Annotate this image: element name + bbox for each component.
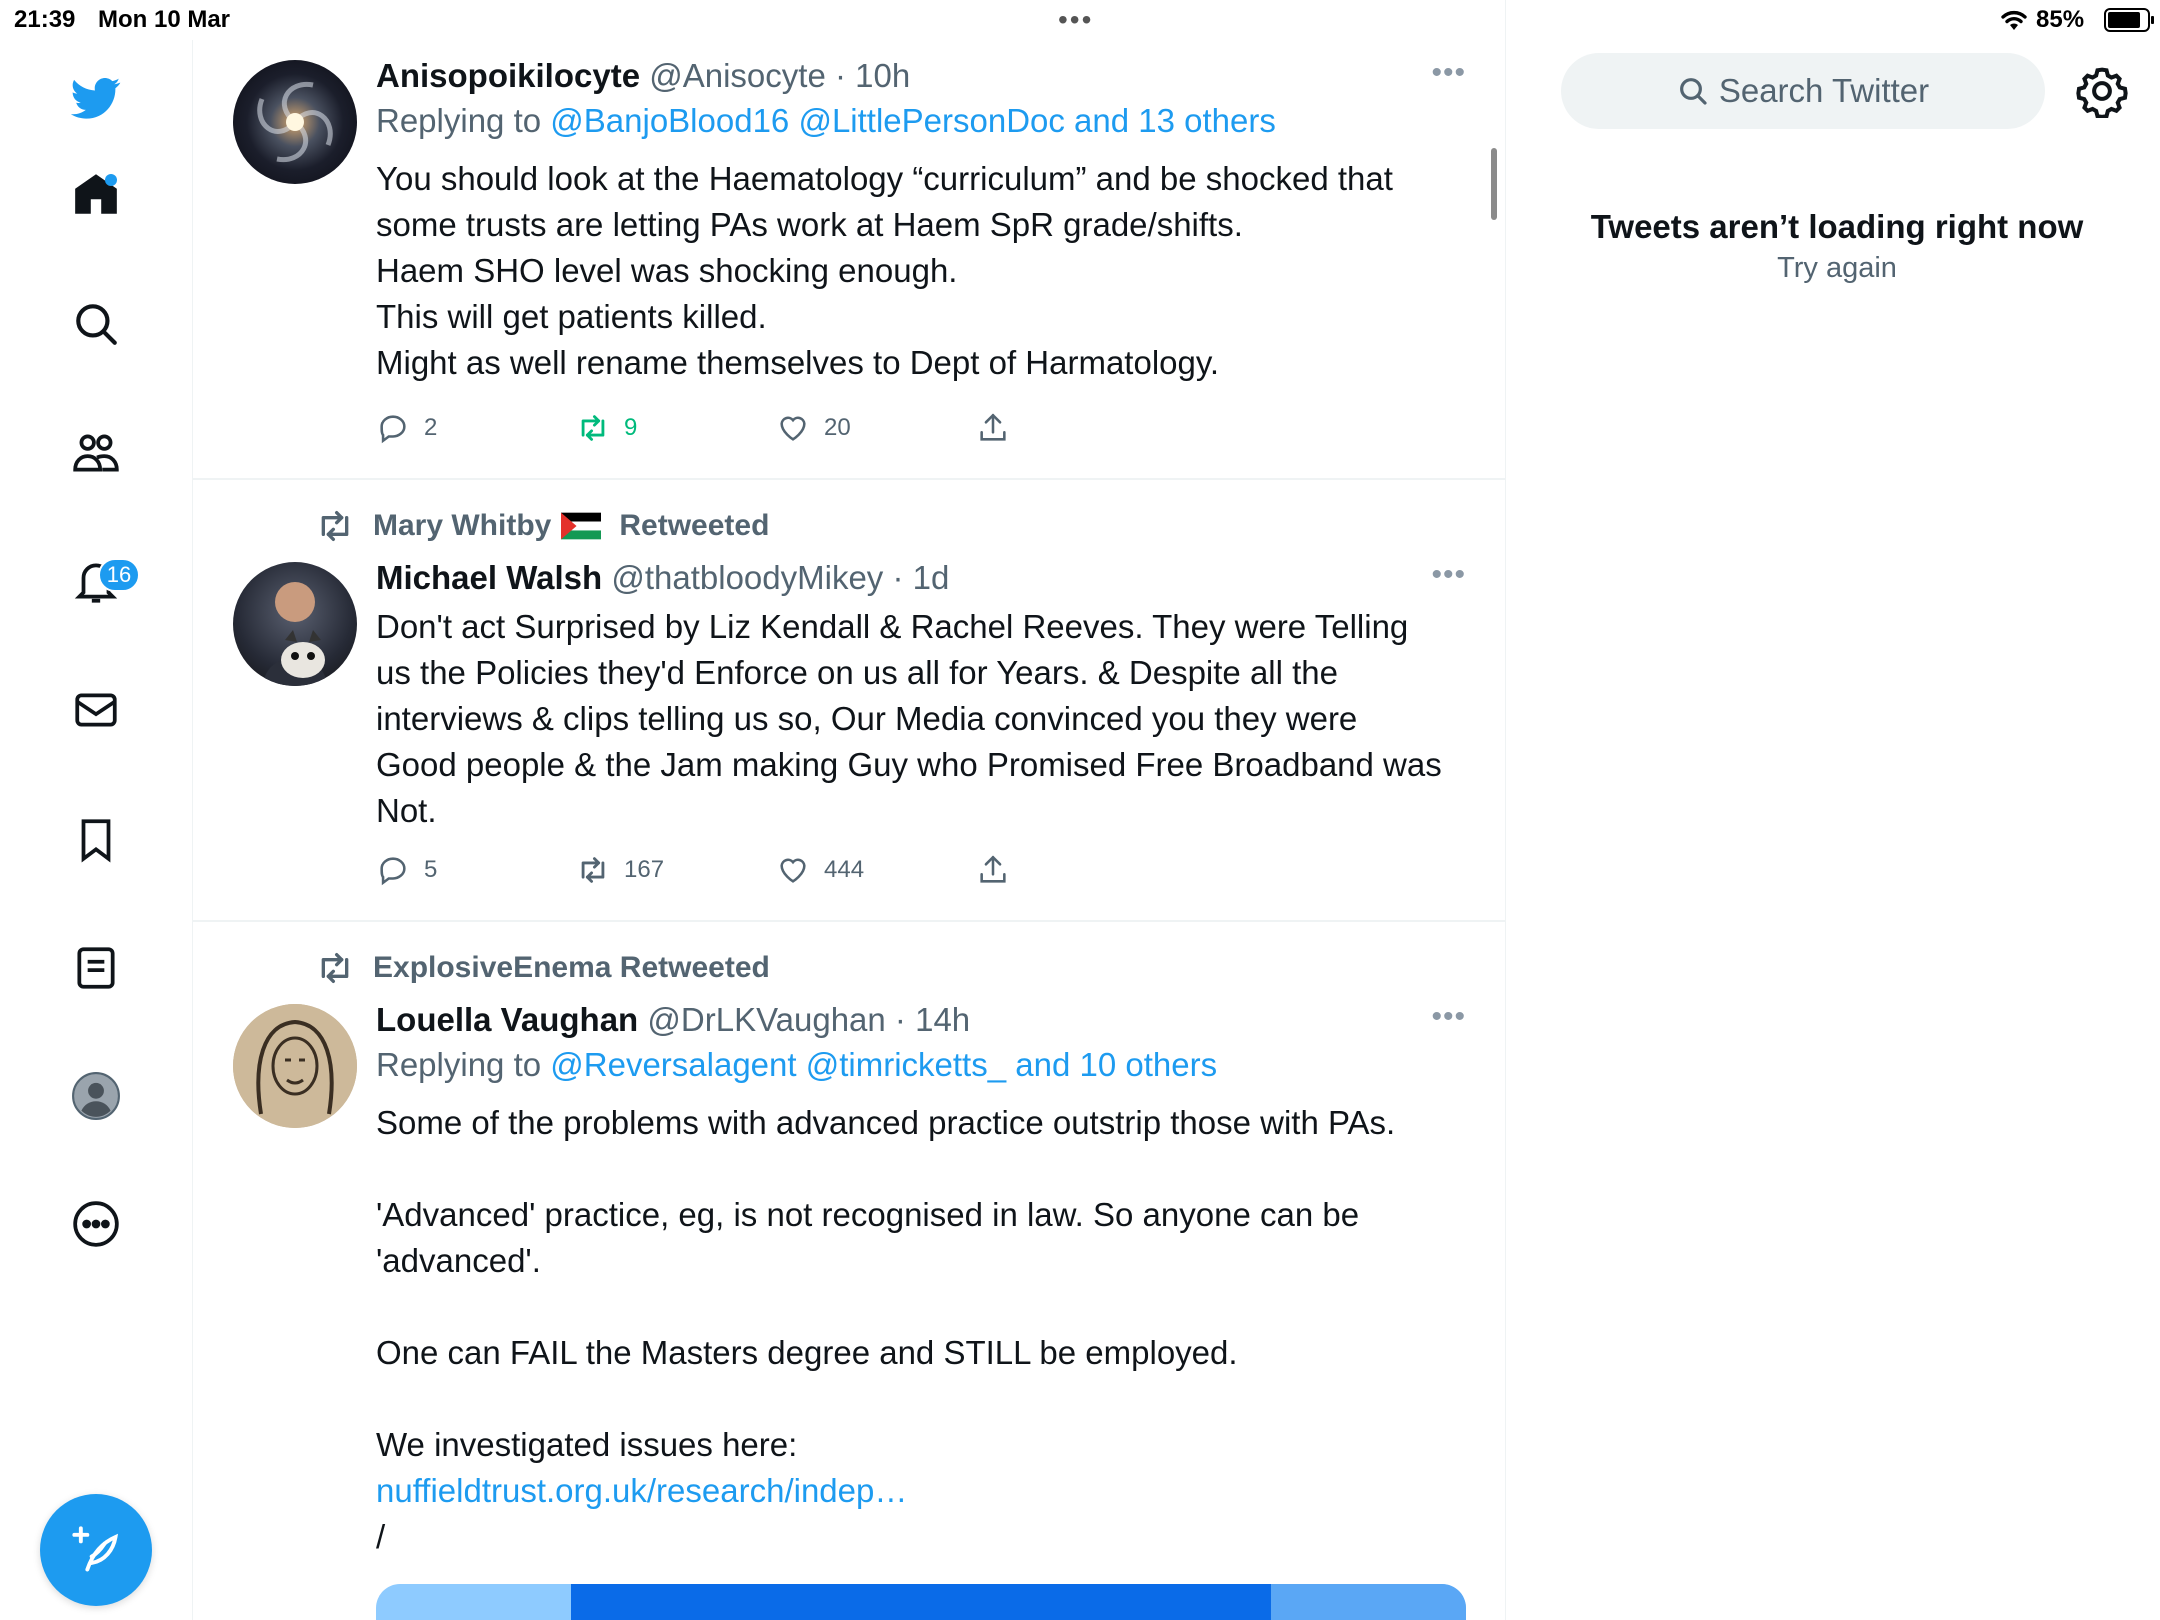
messages-icon[interactable] [66, 680, 126, 740]
right-sidebar: Search Twitter Tweets aren’t loading rig… [1507, 0, 2160, 1620]
feather-plus-icon [72, 1526, 119, 1572]
header-separator: · [883, 559, 913, 596]
more-icon[interactable] [66, 1194, 126, 1254]
tweet[interactable]: Anisopoikilocyte @Anisocyte · 10h Replyi… [193, 0, 1505, 480]
reply-button[interactable]: 2 [376, 408, 437, 448]
replying-to-label: Replying to [376, 102, 551, 139]
communities-icon[interactable] [66, 423, 126, 483]
author-handle[interactable]: @DrLKVaughan [647, 1001, 885, 1038]
retweet-button[interactable]: 9 [576, 408, 637, 448]
tweet-actions: 2 9 20 [376, 408, 1276, 448]
retweeter-name[interactable]: Mary Whitby [373, 509, 551, 543]
like-button[interactable]: 20 [776, 408, 851, 448]
replying-to-mentions[interactable]: @BanjoBlood16 @LittlePersonDoc and 13 ot… [550, 102, 1276, 139]
tweet-text-body: Some of the problems with advanced pract… [376, 1104, 1396, 1463]
tweet-link[interactable]: nuffieldtrust.org.uk/research/indep… [376, 1472, 907, 1509]
retweet-button[interactable]: 167 [576, 850, 664, 890]
search-placeholder: Search Twitter [1718, 72, 1930, 109]
retweet-icon [581, 857, 605, 883]
compose-tweet-button[interactable] [40, 1494, 152, 1606]
notifications-badge: 16 [98, 558, 140, 592]
reply-count: 5 [424, 856, 438, 883]
link-card-preview[interactable] [376, 1584, 1466, 1620]
try-again-link[interactable]: Try again [1507, 252, 2160, 285]
tweet-header: Louella Vaughan @DrLKVaughan · 14h [376, 998, 1466, 1042]
retweet-icon [581, 415, 605, 441]
tweet-actions: 5 167 444 [376, 850, 1276, 890]
tweet[interactable]: ExplosiveEnema Retweeted Louella Vaughan… [193, 922, 1505, 1620]
tweet-timestamp[interactable]: 14h [915, 1001, 970, 1038]
retweet-count: 167 [624, 856, 665, 883]
author-handle[interactable]: @Anisocyte [649, 57, 826, 94]
retweet-icon [321, 510, 349, 541]
twitter-bird-icon[interactable] [66, 68, 126, 128]
search-icon[interactable] [66, 294, 126, 354]
share-button[interactable] [976, 408, 1024, 448]
retweeted-by-line: ExplosiveEnema Retweeted [315, 948, 770, 988]
sketch-portrait-avatar-image [233, 1004, 357, 1128]
home-icon[interactable] [66, 164, 126, 224]
search-input[interactable]: Search Twitter [1561, 53, 2045, 129]
avatar[interactable] [233, 60, 357, 184]
reply-icon [380, 415, 406, 444]
tweet[interactable]: Mary Whitby Retweeted Michael Walsh @tha… [193, 480, 1505, 922]
trends-error-title: Tweets aren’t loading right now [1590, 208, 2084, 245]
more-options-icon[interactable]: ••• [1431, 56, 1466, 90]
more-options-icon[interactable]: ••• [1431, 558, 1466, 592]
man-with-dog-avatar-image [263, 582, 327, 686]
header-separator: · [825, 57, 856, 94]
replying-to-label: Replying to [376, 1046, 551, 1083]
palestine-flag-icon [561, 512, 602, 540]
lists-icon[interactable] [66, 938, 126, 998]
tweet-timestamp[interactable]: 10h [855, 57, 910, 94]
tweet-text: You should look at the Haematology “curr… [376, 160, 1393, 381]
retweeted-label: Retweeted [619, 509, 770, 542]
home-timeline[interactable]: Anisopoikilocyte @Anisocyte · 10h Replyi… [193, 0, 1506, 1620]
share-icon [980, 413, 1006, 441]
tweet-text-trailing: / [376, 1518, 386, 1555]
share-button[interactable] [976, 850, 1024, 890]
retweeted-by-line: Mary Whitby Retweeted [315, 506, 769, 546]
replying-to-mentions[interactable]: @Reversalagent @timricketts_ and 10 othe… [550, 1046, 1217, 1083]
tweet-text: Some of the problems with advanced pract… [376, 1100, 1466, 1560]
retweeted-label: Retweeted [619, 951, 770, 984]
reply-icon [380, 857, 406, 886]
retweet-icon [321, 953, 349, 983]
reply-button[interactable]: 5 [376, 850, 437, 890]
left-navigation: 16 [0, 40, 193, 1620]
like-button[interactable]: 444 [776, 850, 864, 890]
replying-to-line: Replying to @BanjoBlood16 @LittlePersonD… [376, 98, 1466, 144]
gear-icon[interactable] [2075, 64, 2129, 118]
bookmarks-icon[interactable] [66, 810, 126, 870]
retweet-count: 9 [624, 414, 638, 441]
heart-icon [780, 858, 806, 883]
galaxy-avatar-image [257, 81, 333, 163]
avatar[interactable] [233, 1004, 357, 1128]
author-handle[interactable]: @thatbloodyMikey [611, 559, 883, 596]
replying-to-line: Replying to @Reversalagent @timricketts_… [376, 1042, 1466, 1088]
header-separator: · [885, 1001, 916, 1038]
reply-count: 2 [424, 414, 438, 441]
scrollbar-thumb[interactable] [1491, 148, 1497, 220]
like-count: 20 [824, 414, 851, 441]
author-name[interactable]: Michael Walsh [376, 559, 602, 596]
home-unread-dot [105, 174, 117, 186]
heart-icon [780, 416, 806, 441]
search-icon [1679, 78, 1707, 105]
tweet-header: Michael Walsh @thatbloodyMikey · 1d [376, 556, 1466, 600]
tweet-timestamp[interactable]: 1d [913, 559, 950, 596]
status-time: 21:39 [14, 6, 76, 33]
profile-icon[interactable] [66, 1066, 126, 1126]
retweeter-name[interactable]: ExplosiveEnema [373, 951, 611, 985]
share-icon [980, 855, 1006, 883]
avatar[interactable] [233, 562, 357, 686]
author-name[interactable]: Louella Vaughan [376, 1001, 638, 1038]
more-options-icon[interactable]: ••• [1431, 1000, 1466, 1034]
like-count: 444 [824, 856, 865, 883]
tweet-header: Anisopoikilocyte @Anisocyte · 10h [376, 54, 1466, 98]
tweet-text: Don't act Surprised by Liz Kendall & Rac… [376, 608, 1442, 829]
author-name[interactable]: Anisopoikilocyte [376, 57, 640, 94]
